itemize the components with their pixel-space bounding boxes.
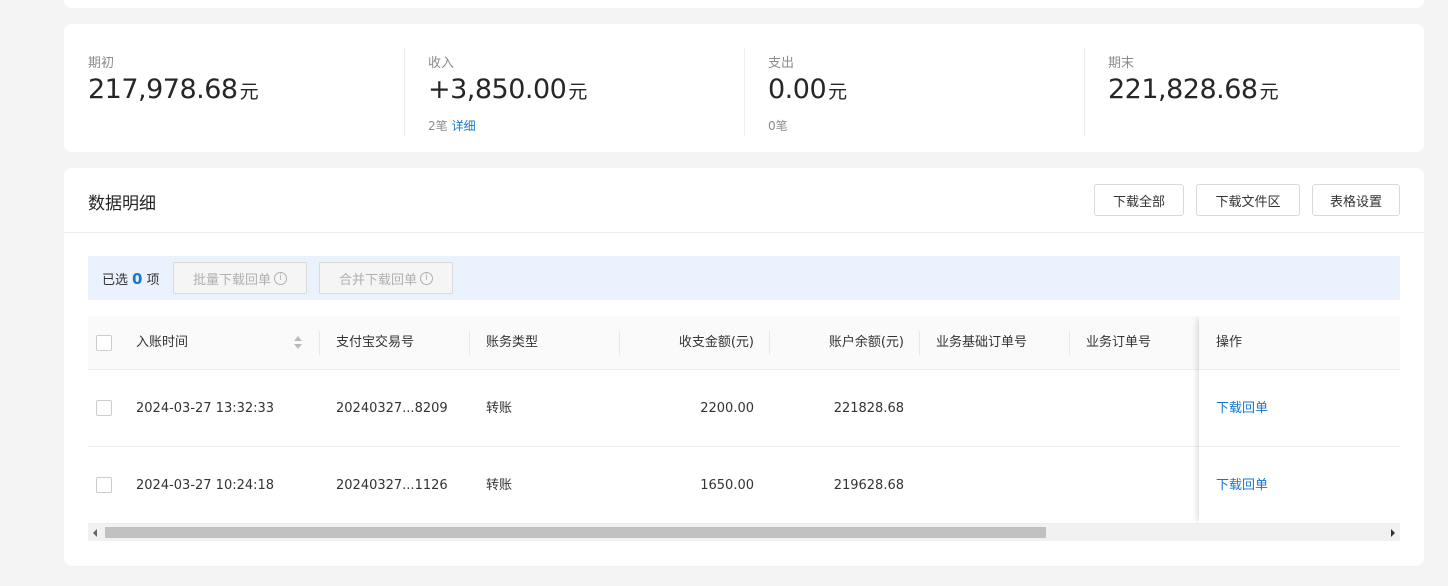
column-divider: [1069, 331, 1070, 355]
selection-count: 0: [132, 270, 143, 288]
col-order: 业务订单号: [1086, 335, 1152, 350]
stat-income-sub: 2笔 详细: [428, 117, 476, 134]
column-divider: [319, 331, 320, 355]
row-checkbox[interactable]: [96, 400, 112, 416]
stat-opening-unit: 元: [239, 81, 259, 103]
col-trade-no: 支付宝交易号: [336, 335, 415, 350]
stat-income-label: 收入: [428, 56, 455, 71]
stat-divider: [1084, 48, 1085, 136]
cell-amount: 2200.00: [700, 401, 754, 416]
selection-prefix: 已选: [102, 273, 129, 288]
col-type: 账务类型: [486, 335, 539, 350]
stat-income-count: 2笔: [428, 119, 448, 133]
info-icon: i: [274, 271, 287, 285]
table-settings-button[interactable]: 表格设置: [1312, 184, 1400, 216]
cell-time: 2024-03-27 10:24:18: [136, 478, 275, 493]
col-base-order: 业务基础订单号: [936, 335, 1028, 350]
stat-closing-label: 期末: [1108, 56, 1135, 71]
stat-expense-count: 0笔: [768, 119, 788, 133]
cell-type: 转账: [486, 478, 513, 493]
stat-opening-label: 期初: [88, 56, 115, 71]
income-detail-link[interactable]: 详细: [452, 119, 476, 133]
selection-bar: 已选 0 项 批量下载回单 i 合并下载回单 i: [88, 256, 1400, 300]
merge-download-button[interactable]: 合并下载回单 i: [319, 262, 453, 294]
operation-column: 操作 下载回单 下载回单: [1199, 316, 1400, 524]
cell-trade-no: 20240327...8209: [336, 401, 448, 416]
col-op: 操作: [1199, 316, 1400, 370]
detail-title: 数据明细: [88, 194, 156, 214]
batch-download-label: 批量下载回单: [192, 272, 271, 288]
column-divider: [919, 331, 920, 355]
stat-opening-number: 217,978.68: [88, 74, 238, 105]
stat-closing-unit: 元: [1259, 81, 1279, 103]
info-icon: i: [420, 271, 433, 285]
stat-expense-value: 0.00 元: [768, 74, 847, 105]
divider: [64, 232, 1424, 233]
scrollbar-thumb[interactable]: [105, 527, 1046, 538]
stat-expense-number: 0.00: [768, 74, 827, 105]
download-area-button[interactable]: 下载文件区: [1196, 184, 1300, 216]
sort-icon[interactable]: [293, 336, 303, 350]
col-time[interactable]: 入账时间: [136, 316, 188, 370]
stat-expense-unit: 元: [828, 81, 848, 103]
stat-income-unit: 元: [568, 81, 588, 103]
stat-opening-value: 217,978.68 元: [88, 74, 259, 105]
scroll-left-arrow-icon[interactable]: [93, 529, 97, 537]
stat-expense-sub: 0笔: [768, 117, 788, 134]
cell-type: 转账: [486, 401, 513, 416]
download-receipt-link[interactable]: 下载回单: [1199, 447, 1400, 524]
detail-card: 数据明细 下载全部 下载文件区 表格设置 已选 0 项 批量下载回单 i 合并下载回单…: [64, 168, 1424, 566]
download-receipt-link[interactable]: 下载回单: [1199, 370, 1400, 447]
download-all-button[interactable]: 下载全部: [1094, 184, 1184, 216]
stat-closing-number: 221,828.68: [1108, 74, 1258, 105]
data-table: 入账时间 支付宝交易号 账务类型 收支金额(元) 账户余额(元) 业务基础订单号…: [88, 316, 1400, 524]
cell-balance: 221828.68: [833, 401, 904, 416]
cell-trade-no: 20240327...1126: [336, 478, 448, 493]
top-card: [64, 0, 1424, 8]
batch-download-button[interactable]: 批量下载回单 i: [173, 262, 307, 294]
cell-amount: 1650.00: [700, 478, 754, 493]
stat-closing-value: 221,828.68 元: [1108, 74, 1279, 105]
cell-balance: 219628.68: [833, 478, 904, 493]
stat-expense-label: 支出: [768, 56, 795, 71]
stat-income-number: +3,850.00: [428, 74, 567, 105]
stat-divider: [744, 48, 745, 136]
summary-card: 期初 217,978.68 元 收入 +3,850.00 元 2笔 详细 支出 0.0…: [64, 24, 1424, 152]
stat-income-value: +3,850.00 元: [428, 74, 587, 105]
select-all-checkbox[interactable]: [96, 335, 112, 351]
selection-count-text: 已选 0 项: [102, 269, 159, 288]
column-divider: [469, 331, 470, 355]
selection-suffix: 项: [146, 273, 160, 288]
scroll-right-arrow-icon[interactable]: [1391, 529, 1395, 537]
stat-divider: [404, 48, 405, 136]
merge-download-label: 合并下载回单: [338, 272, 417, 288]
row-checkbox[interactable]: [96, 477, 112, 493]
col-amount: 收支金额(元): [678, 335, 754, 350]
col-balance: 账户余额(元): [828, 335, 904, 350]
horizontal-scrollbar[interactable]: [88, 524, 1400, 541]
cell-time: 2024-03-27 13:32:33: [136, 401, 275, 416]
